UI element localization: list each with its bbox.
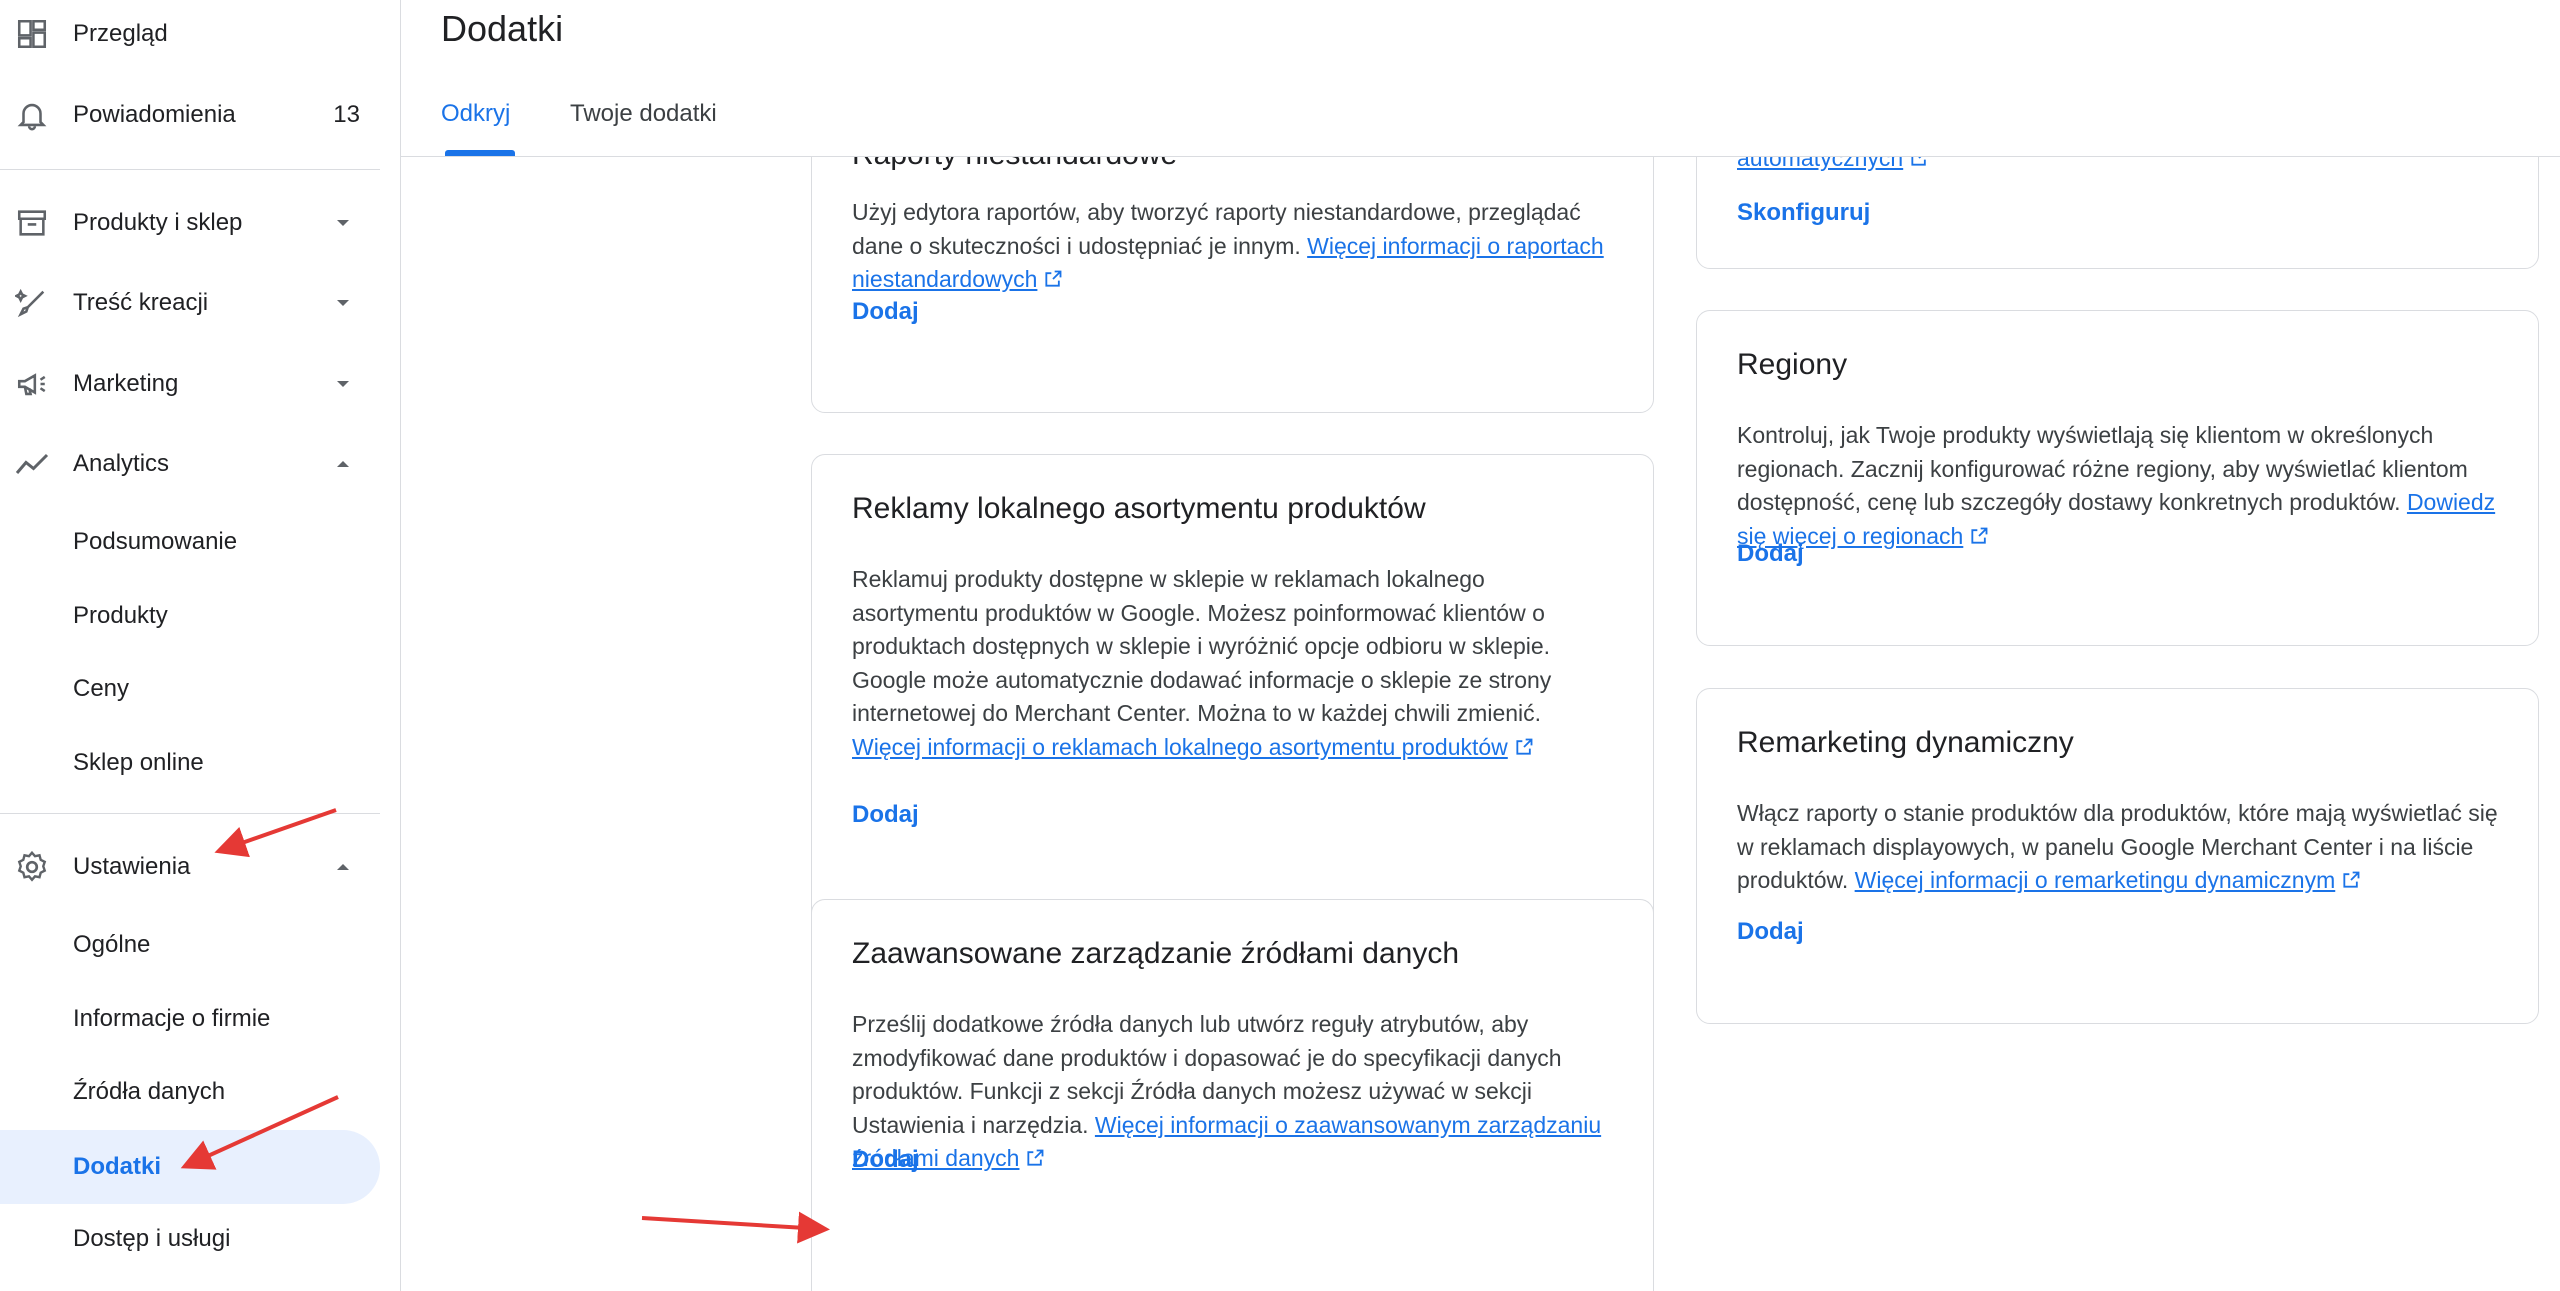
external-link-icon <box>1045 270 1062 287</box>
sidebar-subitem-informacje-o-firmie[interactable]: Informacje o firmie <box>0 982 380 1056</box>
addon-card-remarketing-dynamiczny: Remarketing dynamiczny Włącz raporty o s… <box>1696 688 2539 1024</box>
page-title: Dodatki <box>441 8 564 49</box>
caret-up-icon <box>337 461 349 467</box>
sidebar-subitem-dodatki[interactable]: Dodatki <box>0 1130 380 1204</box>
tab-twoje-dodatki[interactable]: Twoje dodatki <box>570 100 717 128</box>
learn-more-link-text: Więcej informacji o reklamach lokalnego … <box>852 733 1508 760</box>
addon-card-zaawansowane-zrodla-danych: Zaawansowane zarządzanie źródłami danych… <box>811 899 1654 1291</box>
external-link-icon <box>2343 871 2360 888</box>
sidebar-item-produkty-i-sklep[interactable]: Produkty i sklep <box>0 186 380 260</box>
learn-more-link-text: Więcej informacji o remarketingu dynamic… <box>1854 867 2336 893</box>
sidebar-item-ustawienia[interactable]: Ustawienia <box>0 830 380 904</box>
divider <box>0 169 380 170</box>
sidebar-subitem-label: Źródła danych <box>73 1078 226 1105</box>
card-description: Prześlij dodatkowe źródła danych lub utw… <box>852 1008 1613 1176</box>
card-title: Remarketing dynamiczny <box>1737 726 2074 759</box>
bell-icon <box>14 97 50 133</box>
configure-button[interactable]: Skonfiguruj <box>1737 199 1870 227</box>
sidebar-item-label: Powiadomienia <box>73 101 236 128</box>
caret-up-icon <box>337 864 349 870</box>
notification-count: 13 <box>333 101 360 128</box>
gear-icon <box>14 849 50 885</box>
caret-down-icon <box>337 381 349 387</box>
add-button[interactable]: Dodaj <box>1737 540 1804 568</box>
external-link-icon <box>1911 157 1926 166</box>
sidebar-subitem-sklep-online[interactable]: Sklep online <box>0 726 380 800</box>
active-tab-indicator <box>445 150 515 156</box>
brush-icon <box>14 285 50 321</box>
learn-more-link-text: automatycznych <box>1737 157 1904 171</box>
sidebar-item-label: Produkty i sklep <box>73 209 243 236</box>
card-title: Regiony <box>1737 348 1848 381</box>
card-description: Reklamuj produkty dostępne w sklepie w r… <box>852 563 1613 764</box>
sidebar-subitem-zrodla-danych[interactable]: Źródła danych <box>0 1055 380 1129</box>
sidebar-subitem-ceny[interactable]: Ceny <box>0 652 380 726</box>
add-button[interactable]: Dodaj <box>1737 918 1804 946</box>
sidebar-item-marketing[interactable]: Marketing <box>0 347 380 421</box>
sidebar-subitem-dostep-i-uslugi[interactable]: Dostęp i usługi <box>0 1202 380 1276</box>
trend-icon <box>14 446 50 482</box>
sidebar-subitem-ogolne[interactable]: Ogólne <box>0 908 380 982</box>
tab-odkryj[interactable]: Odkryj <box>441 100 510 128</box>
sidebar-subitem-podsumowanie[interactable]: Podsumowanie <box>0 505 380 579</box>
card-title: Reklamy lokalnego asortymentu produktów <box>852 492 1426 525</box>
sidebar-subitem-label: Sklep online <box>73 749 204 776</box>
sidebar-subitem-produkty[interactable]: Produkty <box>0 579 380 653</box>
caret-down-icon <box>337 220 349 226</box>
sidebar-subitem-label: Ogólne <box>73 931 151 958</box>
add-button[interactable]: Dodaj <box>852 298 919 326</box>
sidebar-item-powiadomienia[interactable]: Powiadomienia 13 <box>0 78 380 152</box>
divider <box>0 813 380 814</box>
sidebar-subitem-label: Produkty <box>73 602 168 629</box>
learn-more-link[interactable]: Więcej informacji o reklamach lokalnego … <box>852 734 1508 760</box>
add-button[interactable]: Dodaj <box>852 801 919 829</box>
sidebar-item-label: Ustawienia <box>73 853 191 880</box>
dashboard-icon <box>14 16 50 52</box>
addon-card-automatyczne: automatycznych Skonfiguruj <box>1696 157 2539 269</box>
addons-grid: Raporty niestandardowe Użyj edytora rapo… <box>401 157 2560 1291</box>
sidebar-item-label: Marketing <box>73 370 179 397</box>
tab-bar <box>401 0 2560 157</box>
sidebar-item-label: Treść kreacji <box>73 289 209 316</box>
add-button[interactable]: Dodaj <box>852 1146 919 1174</box>
card-description: Użyj edytora raportów, aby tworzyć rapor… <box>852 196 1613 297</box>
addon-card-raporty-niestandardowe: Raporty niestandardowe Użyj edytora rapo… <box>811 157 1654 413</box>
sidebar-item-label: Przegląd <box>73 20 168 47</box>
sidebar-subitem-label: Dodatki <box>73 1153 162 1180</box>
card-title: Zaawansowane zarządzanie źródłami danych <box>852 937 1460 970</box>
store-icon <box>14 205 50 241</box>
addon-card-regiony: Regiony Kontroluj, jak Twoje produkty wy… <box>1696 310 2539 646</box>
card-description-text: Reklamuj produkty dostępne w sklepie w r… <box>852 566 1552 726</box>
sidebar-subitem-label: Dostęp i usługi <box>73 1225 231 1252</box>
card-title: Raporty niestandardowe <box>852 157 1177 172</box>
sidebar-item-analytics[interactable]: Analytics <box>0 427 380 501</box>
card-description: Kontroluj, jak Twoje produkty wyświetlaj… <box>1737 419 2498 553</box>
learn-more-link[interactable]: Więcej informacji o remarketingu dynamic… <box>1855 867 2336 893</box>
sidebar-item-label: Analytics <box>73 450 170 477</box>
caret-down-icon <box>337 300 349 306</box>
sidebar-subitem-label: Podsumowanie <box>73 528 238 555</box>
sidebar: Przegląd Powiadomienia 13 Produkty i skl… <box>0 0 401 1291</box>
sidebar-item-tresc-kreacji[interactable]: Treść kreacji <box>0 266 380 340</box>
card-description-text: Kontroluj, jak Twoje produkty wyświetlaj… <box>1737 422 2468 515</box>
external-link-icon <box>1027 1149 1044 1166</box>
card-description: automatycznych <box>1737 157 2498 176</box>
card-description: Włącz raporty o stanie produktów dla pro… <box>1737 797 2498 898</box>
sidebar-subitem-label: Informacje o firmie <box>73 1005 271 1032</box>
external-link-icon <box>1971 527 1988 544</box>
learn-more-link[interactable]: automatycznych <box>1737 157 1903 171</box>
external-link-icon <box>1516 738 1533 755</box>
sidebar-subitem-label: Ceny <box>73 675 130 702</box>
sidebar-item-przeglad[interactable]: Przegląd <box>0 0 380 71</box>
megaphone-icon <box>14 366 50 402</box>
